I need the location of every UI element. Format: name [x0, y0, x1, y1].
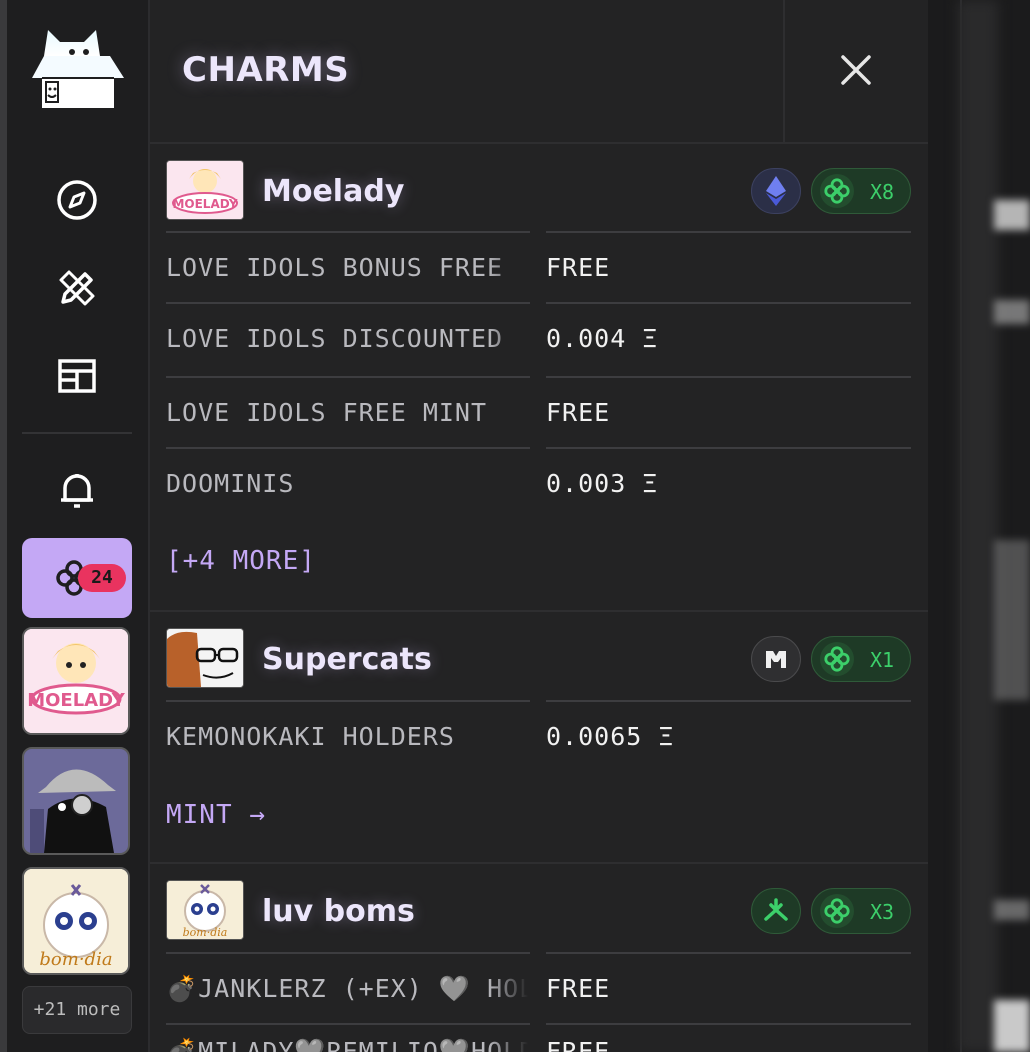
svg-text:MOELADY: MOELADY — [27, 690, 126, 711]
mint-name: 💣JANKLERZ (+EX) 🩶 HOLDERS — [166, 974, 528, 1004]
collection-section-supercats: Supercats X1 KEMONOKAKI HOLDERS 0.0065 Ξ… — [150, 612, 928, 862]
collection-name[interactable]: Supercats — [262, 642, 432, 677]
sidebar-avatar-bom[interactable]: bom·dia — [22, 867, 130, 975]
app-logo[interactable] — [26, 26, 128, 110]
mint-name: LOVE IDOLS BONUS FREE — [166, 253, 528, 282]
collection-thumbnail[interactable] — [166, 628, 244, 688]
mint-name: LOVE IDOLS FREE MINT — [166, 398, 528, 427]
bell-icon[interactable] — [52, 465, 102, 515]
mint-row[interactable]: KEMONOKAKI HOLDERS 0.0065 Ξ — [166, 700, 911, 770]
mint-name: 💣MILADY🩶REMILIO🩶HOLDERS — [166, 1037, 528, 1052]
svg-text:bom·dia: bom·dia — [183, 926, 228, 939]
hat-cat-avatar — [24, 749, 128, 853]
mint-price: 0.0065 Ξ — [546, 722, 675, 751]
svg-text:bom·dia: bom·dia — [39, 949, 112, 970]
mint-price: 0.004 Ξ — [546, 324, 659, 353]
multiplier-value: X1 — [870, 648, 895, 672]
mint-row[interactable]: LOVE IDOLS BONUS FREE FREE — [166, 231, 911, 303]
clover-icon — [820, 894, 854, 928]
more-mints-link[interactable]: [+4 MORE] — [166, 546, 316, 576]
collection-thumbnail[interactable]: bom·dia — [166, 880, 244, 940]
collection-name[interactable]: luv boms — [262, 894, 415, 929]
mint-price: 0.003 Ξ — [546, 469, 659, 498]
sidebar-avatar-cat[interactable] — [22, 747, 130, 855]
header-separator — [783, 0, 785, 142]
collection-section-luv-boms: bom·dia luv boms X3 💣JANKLERZ (+EX) 🩶 HO… — [150, 864, 928, 1052]
collection-thumbnail[interactable]: MOELADY — [166, 160, 244, 220]
abstract-chain-icon — [751, 888, 801, 934]
sidebar: 24 MOELADY bom·dia +21 more — [0, 0, 150, 1052]
sidebar-avatar-moelady[interactable]: MOELADY — [22, 627, 130, 735]
more-collections-button[interactable]: +21 more — [22, 986, 132, 1034]
charms-panel: CHARMS MOELADY Moelady X8 LOVE IDOLS BON… — [150, 0, 928, 1052]
multiplier-value: X8 — [870, 180, 895, 204]
bom-avatar: bom·dia — [24, 869, 128, 973]
clover-icon — [820, 642, 854, 676]
panel-header: CHARMS — [150, 0, 928, 144]
sidebar-divider — [22, 432, 132, 434]
sidebar-edge — [0, 0, 7, 1052]
mint-name: LOVE IDOLS DISCOUNTED — [166, 324, 528, 353]
mint-price: FREE — [546, 974, 611, 1003]
mint-row[interactable]: LOVE IDOLS DISCOUNTED 0.004 Ξ — [166, 302, 911, 376]
panel-title: CHARMS — [182, 50, 350, 90]
pencil-ruler-icon[interactable] — [52, 263, 102, 313]
clover-icon — [820, 174, 854, 208]
compass-icon[interactable] — [52, 175, 102, 225]
mint-row[interactable]: 💣JANKLERZ (+EX) 🩶 HOLDERS FREE — [166, 952, 911, 1022]
mint-row[interactable]: 💣MILADY🩶REMILIO🩶HOLDERS FREE — [166, 1023, 911, 1052]
close-icon — [841, 55, 871, 85]
newspaper-icon[interactable] — [52, 351, 102, 401]
magic-eden-icon — [751, 636, 801, 682]
mint-price: FREE — [546, 398, 611, 427]
collection-name[interactable]: Moelady — [262, 174, 404, 209]
mint-row[interactable]: LOVE IDOLS FREE MINT FREE — [166, 376, 911, 448]
charm-count-badge: 24 — [78, 564, 126, 592]
mint-link[interactable]: MINT → — [166, 800, 266, 830]
mint-row[interactable]: DOOMINIS 0.003 Ξ — [166, 447, 911, 507]
mint-name: DOOMINIS — [166, 469, 528, 498]
ethereum-icon — [751, 168, 801, 214]
multiplier-pill: X3 — [811, 888, 911, 934]
box-cat-logo-icon — [32, 30, 124, 108]
mint-name: KEMONOKAKI HOLDERS — [166, 722, 528, 751]
multiplier-pill: X1 — [811, 636, 911, 682]
mint-price: FREE — [546, 253, 611, 282]
svg-text:MOELADY: MOELADY — [172, 197, 237, 211]
multiplier-pill: X8 — [811, 168, 911, 214]
charms-button[interactable]: 24 — [22, 538, 132, 618]
collection-section-moelady: MOELADY Moelady X8 LOVE IDOLS BONUS FREE… — [150, 144, 928, 610]
multiplier-value: X3 — [870, 900, 895, 924]
moelady-avatar: MOELADY — [24, 629, 128, 733]
mint-price: FREE — [546, 1037, 611, 1052]
close-button[interactable] — [830, 44, 882, 96]
background-page — [928, 0, 1030, 1052]
